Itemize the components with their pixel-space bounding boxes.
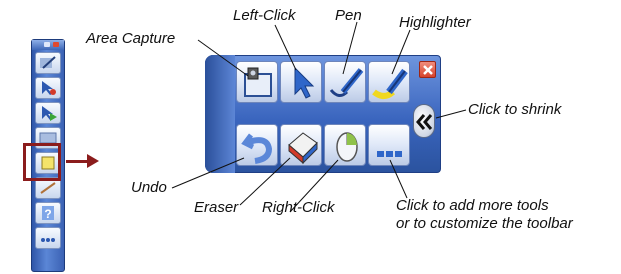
label-more-tools-line1: Click to add more tools <box>396 197 549 214</box>
label-undo: Undo <box>131 179 167 196</box>
eraser-leader <box>239 157 291 206</box>
more-tools-leader <box>389 159 408 199</box>
label-left-click: Left-Click <box>233 7 296 24</box>
label-highlighter: Highlighter <box>399 14 471 31</box>
label-pen: Pen <box>335 7 362 24</box>
label-eraser: Eraser <box>194 199 239 216</box>
label-more-tools-line2: or to customize the toolbar <box>396 215 573 232</box>
label-click-to-shrink: Click to shrink <box>468 101 562 118</box>
label-area-capture: Area Capture <box>86 30 176 47</box>
shrink-leader <box>435 109 467 119</box>
label-right-click: Right-Click <box>262 199 335 216</box>
area-capture-leader <box>197 39 249 77</box>
highlighter-leader <box>391 29 411 75</box>
left-click-leader <box>274 24 297 71</box>
undo-leader <box>171 157 245 189</box>
pen-leader <box>342 21 358 75</box>
